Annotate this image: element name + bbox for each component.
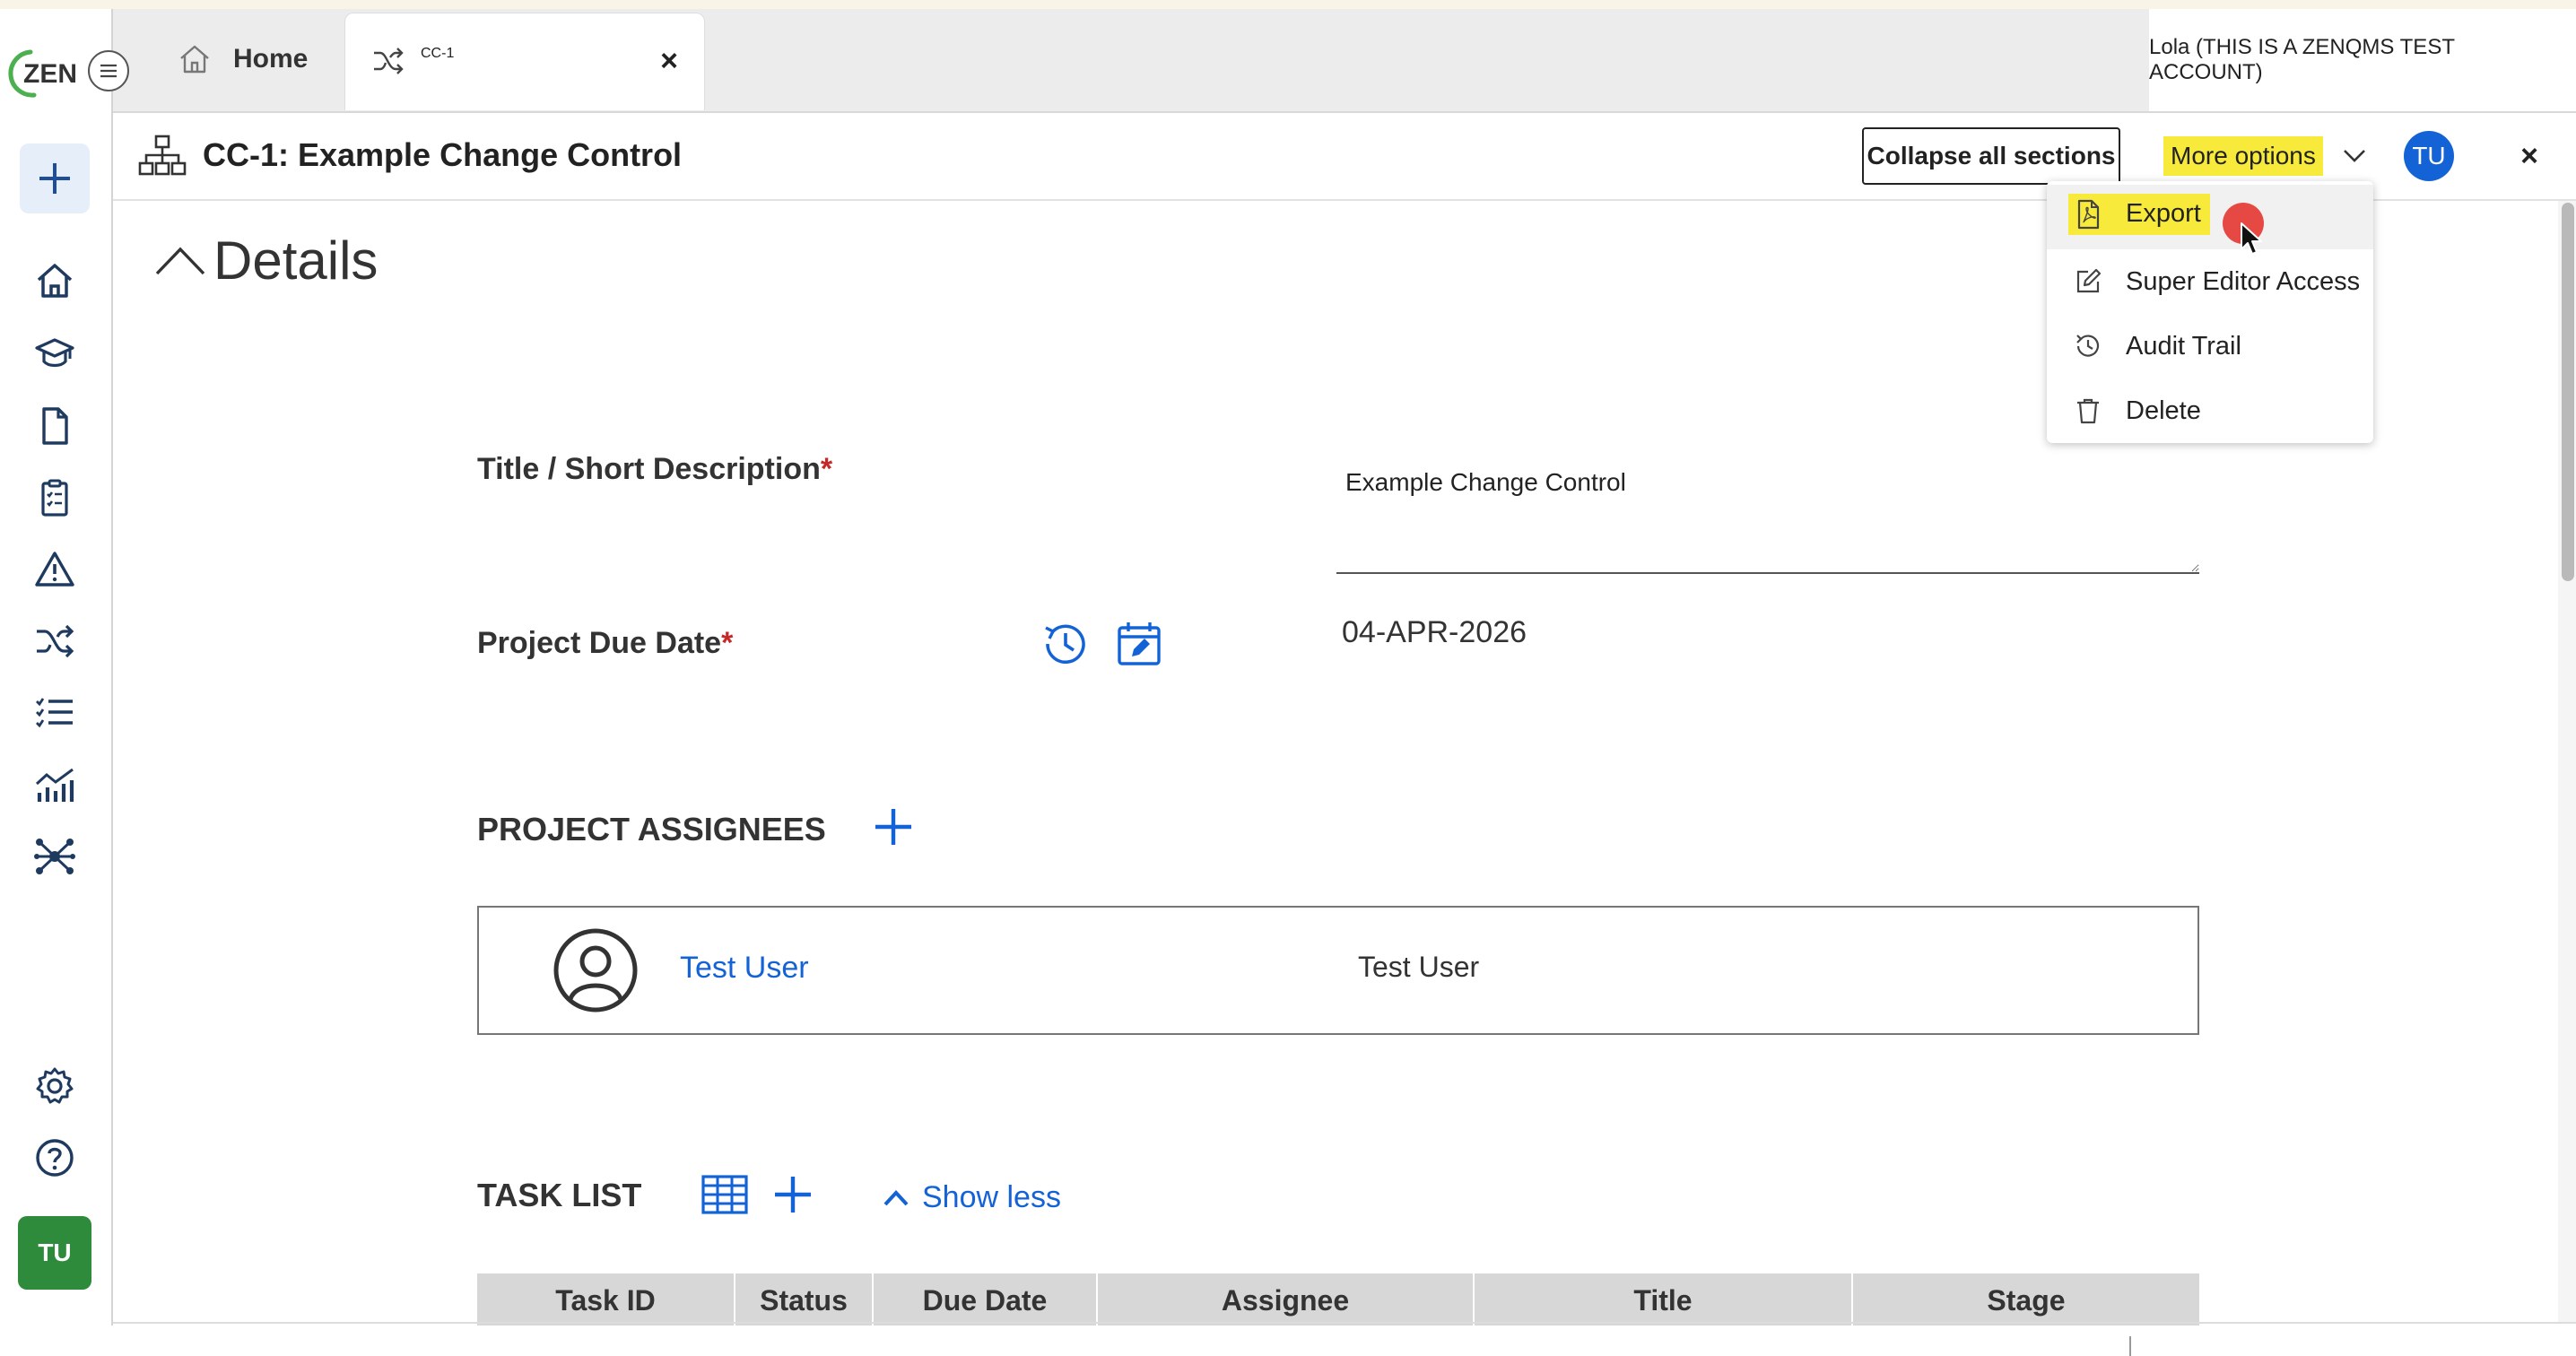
hierarchy-icon[interactable] bbox=[138, 135, 187, 176]
chevron-up-icon bbox=[154, 246, 206, 276]
record-title-area: CC-1: Example Change Control bbox=[138, 135, 682, 176]
help-icon[interactable] bbox=[34, 1137, 75, 1178]
history-icon bbox=[2074, 332, 2102, 361]
logo-text: ZEN bbox=[23, 59, 77, 89]
title-label-text: Title / Short Description bbox=[477, 452, 821, 486]
footer-separator bbox=[2129, 1336, 2131, 1356]
project-assignees-heading: PROJECT ASSIGNEES bbox=[477, 811, 826, 848]
task-table-header: Task ID Status Due Date Assignee Title S… bbox=[477, 1273, 2199, 1326]
user-circle-icon bbox=[553, 927, 639, 1013]
tab-home-label: Home bbox=[233, 44, 309, 74]
shuffle-icon bbox=[372, 48, 405, 74]
trash-icon bbox=[2074, 396, 2102, 425]
required-marker: * bbox=[721, 626, 734, 660]
due-date-value[interactable]: 04-APR-2026 bbox=[1342, 615, 1527, 650]
tenant-account-label: Lola (THIS IS A ZENQMS TEST ACCOUNT) bbox=[2149, 9, 2576, 111]
document-icon[interactable] bbox=[34, 405, 75, 447]
history-icon[interactable] bbox=[1040, 619, 1091, 669]
user-profile-button[interactable]: TU bbox=[18, 1216, 91, 1290]
menu-item-audit-trail[interactable]: Audit Trail bbox=[2047, 314, 2373, 378]
due-date-label-text: Project Due Date bbox=[477, 626, 722, 660]
column-header[interactable]: Stage bbox=[1853, 1273, 2199, 1326]
plus-icon bbox=[39, 163, 70, 194]
column-header[interactable]: Assignee bbox=[1098, 1273, 1475, 1326]
assignee-name-link[interactable]: Test User bbox=[680, 951, 809, 986]
analytics-icon[interactable] bbox=[34, 764, 75, 805]
tab-home[interactable]: Home bbox=[178, 32, 308, 86]
plus-icon bbox=[775, 1177, 811, 1213]
plus-icon bbox=[875, 809, 911, 845]
show-less-toggle[interactable]: Show less bbox=[883, 1180, 1061, 1215]
tab-cc-1-label: CC-1 bbox=[421, 46, 455, 61]
section-title: Details bbox=[213, 230, 379, 291]
checklist-icon[interactable] bbox=[34, 477, 75, 518]
menu-item-label: Super Editor Access bbox=[2126, 266, 2361, 296]
collapse-all-sections-button[interactable]: Collapse all sections bbox=[1862, 127, 2120, 185]
column-header[interactable]: Due Date bbox=[874, 1273, 1098, 1326]
mouse-cursor-icon bbox=[2239, 221, 2264, 256]
column-header[interactable]: Status bbox=[735, 1273, 874, 1326]
avatar[interactable]: TU bbox=[2404, 131, 2454, 181]
hamburger-icon bbox=[100, 64, 117, 78]
scrollbar-thumb[interactable] bbox=[2562, 203, 2574, 581]
home-icon[interactable] bbox=[34, 260, 75, 301]
menu-item-label: Audit Trail bbox=[2126, 331, 2241, 361]
add-task-button[interactable] bbox=[768, 1169, 818, 1220]
more-options-label: More options bbox=[2163, 136, 2323, 176]
tab-close-button[interactable]: × bbox=[647, 39, 692, 83]
menu-item-delete[interactable]: Delete bbox=[2047, 378, 2373, 443]
create-new-button[interactable] bbox=[20, 143, 90, 213]
home-icon bbox=[178, 43, 212, 75]
change-control-icon[interactable] bbox=[34, 621, 75, 662]
network-icon[interactable] bbox=[34, 836, 75, 877]
menu-item-label[interactable]: Export bbox=[2126, 199, 2201, 229]
training-icon[interactable] bbox=[34, 334, 75, 375]
chevron-down-icon bbox=[2343, 149, 2366, 163]
table-view-icon[interactable] bbox=[700, 1169, 750, 1220]
details-section-header[interactable]: Details bbox=[154, 230, 378, 291]
add-assignee-button[interactable] bbox=[868, 802, 918, 852]
zen-logo[interactable]: ZEN bbox=[7, 45, 79, 102]
title-input[interactable] bbox=[1336, 456, 2199, 574]
edit-icon bbox=[2074, 267, 2102, 296]
close-record-button[interactable]: × bbox=[2504, 131, 2554, 181]
chevron-up-icon bbox=[883, 1189, 909, 1207]
warning-icon[interactable] bbox=[34, 549, 75, 590]
page-title: CC-1: Example Change Control bbox=[203, 136, 683, 173]
assignee-display-name: Test User bbox=[1358, 951, 1480, 983]
column-header[interactable]: Title bbox=[1475, 1273, 1853, 1326]
gear-icon[interactable] bbox=[34, 1065, 75, 1107]
required-marker: * bbox=[820, 452, 833, 486]
task-list-heading: TASK LIST bbox=[477, 1177, 642, 1213]
menu-item-super-editor-access[interactable]: Super Editor Access bbox=[2047, 249, 2373, 314]
pdf-file-icon bbox=[2074, 199, 2102, 230]
menu-toggle-button[interactable] bbox=[88, 50, 129, 91]
more-options-button[interactable]: More options bbox=[2163, 135, 2366, 178]
calendar-edit-icon[interactable] bbox=[1114, 619, 1164, 669]
due-date-label: Project Due Date* bbox=[477, 626, 733, 661]
menu-item-label: Delete bbox=[2126, 396, 2201, 425]
title-field-label: Title / Short Description* bbox=[477, 452, 832, 487]
column-header[interactable]: Task ID bbox=[477, 1273, 735, 1326]
footer-divider bbox=[113, 1322, 2576, 1324]
task-list-icon[interactable] bbox=[34, 692, 75, 734]
tab-cc-1[interactable]: CC-1 × bbox=[344, 13, 705, 110]
show-less-label: Show less bbox=[922, 1180, 1061, 1214]
